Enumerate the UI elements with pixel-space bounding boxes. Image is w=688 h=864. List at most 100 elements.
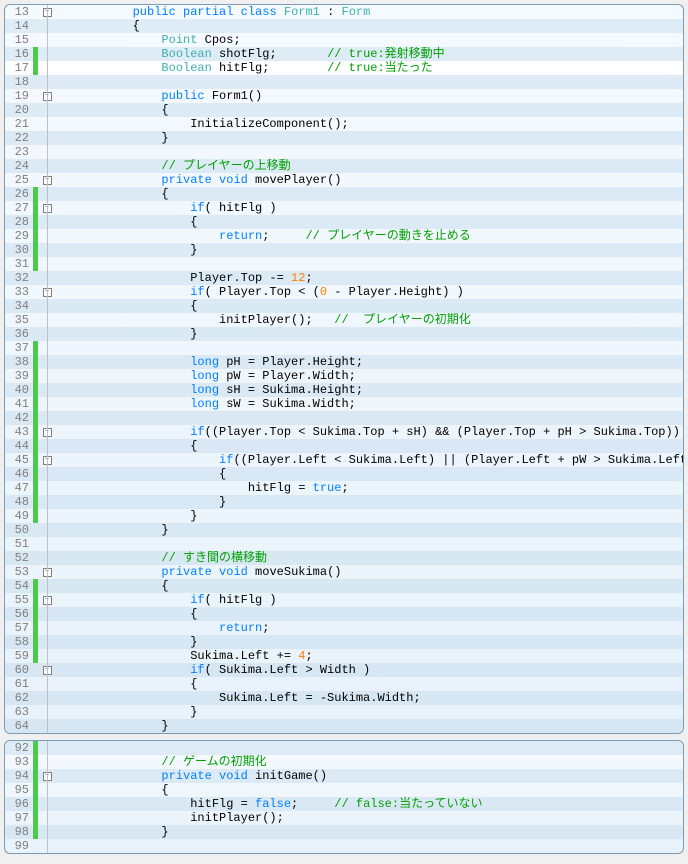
code-line[interactable]: 96 hitFlg = false; // false:当たっていない [5,797,683,811]
code-content[interactable]: long pW = Player.Width; [75,369,683,383]
code-content[interactable] [75,341,683,355]
code-content[interactable]: Boolean shotFlg; // true:発射移動中 [75,47,683,61]
code-line[interactable]: 93 // ゲームの初期化 [5,755,683,769]
code-line[interactable]: 24 // プレイヤーの上移動 [5,159,683,173]
code-content[interactable]: if( hitFlg ) [75,593,683,607]
code-line[interactable]: 41 long sW = Sukima.Width; [5,397,683,411]
code-content[interactable]: // ゲームの初期化 [75,755,683,769]
code-content[interactable]: if( Sukima.Left > Width ) [75,663,683,677]
code-content[interactable]: public Form1() [75,89,683,103]
code-line[interactable]: 22 } [5,131,683,145]
code-line[interactable]: 44 { [5,439,683,453]
code-line[interactable]: 95 { [5,783,683,797]
code-line[interactable]: 56 { [5,607,683,621]
code-content[interactable] [75,257,683,271]
code-line[interactable]: 94− private void initGame() [5,769,683,783]
code-line[interactable]: 20 { [5,103,683,117]
code-content[interactable]: if((Player.Top < Sukima.Top + sH) && (Pl… [75,425,683,439]
code-content[interactable]: if( hitFlg ) [75,201,683,215]
code-line[interactable]: 57 return; [5,621,683,635]
code-content[interactable]: long sW = Sukima.Width; [75,397,683,411]
code-line[interactable]: 33− if( Player.Top < (0 - Player.Height)… [5,285,683,299]
code-line[interactable]: 47 hitFlg = true; [5,481,683,495]
code-content[interactable] [75,145,683,159]
code-content[interactable]: { [75,467,683,481]
code-line[interactable]: 23 [5,145,683,159]
code-line[interactable]: 42 [5,411,683,425]
code-line[interactable]: 52 // すき間の横移動 [5,551,683,565]
code-content[interactable]: Player.Top -= 12; [75,271,683,285]
code-content[interactable]: Sukima.Left += 4; [75,649,683,663]
code-line[interactable]: 54 { [5,579,683,593]
code-content[interactable] [75,839,683,853]
code-content[interactable]: private void movePlayer() [75,173,683,187]
code-line[interactable]: 64 } [5,719,683,733]
code-line[interactable]: 15 Point Cpos; [5,33,683,47]
code-content[interactable]: hitFlg = false; // false:当たっていない [75,797,683,811]
code-content[interactable]: return; // プレイヤーの動きを止める [75,229,683,243]
code-content[interactable]: } [75,719,683,733]
code-line[interactable]: 60− if( Sukima.Left > Width ) [5,663,683,677]
code-content[interactable]: // すき間の横移動 [75,551,683,565]
code-content[interactable] [75,411,683,425]
code-content[interactable]: } [75,327,683,341]
code-content[interactable]: } [75,635,683,649]
code-line[interactable]: 32 Player.Top -= 12; [5,271,683,285]
code-content[interactable]: } [75,509,683,523]
code-content[interactable]: { [75,103,683,117]
code-line[interactable]: 46 { [5,467,683,481]
code-content[interactable]: private void moveSukima() [75,565,683,579]
code-content[interactable]: return; [75,621,683,635]
code-content[interactable]: initPlayer(); [75,811,683,825]
code-line[interactable]: 50 } [5,523,683,537]
code-content[interactable]: { [75,187,683,201]
code-content[interactable] [75,537,683,551]
code-line[interactable]: 97 initPlayer(); [5,811,683,825]
code-content[interactable]: { [75,215,683,229]
code-line[interactable]: 99 [5,839,683,853]
code-line[interactable]: 19− public Form1() [5,89,683,103]
code-content[interactable] [75,75,683,89]
code-content[interactable]: } [75,131,683,145]
code-line[interactable]: 59 Sukima.Left += 4; [5,649,683,663]
code-line[interactable]: 27− if( hitFlg ) [5,201,683,215]
code-line[interactable]: 98 } [5,825,683,839]
code-line[interactable]: 51 [5,537,683,551]
code-line[interactable]: 14 { [5,19,683,33]
code-line[interactable]: 36 } [5,327,683,341]
code-line[interactable]: 21 InitializeComponent(); [5,117,683,131]
code-line[interactable]: 35 initPlayer(); // プレイヤーの初期化 [5,313,683,327]
code-content[interactable]: initPlayer(); // プレイヤーの初期化 [75,313,683,327]
code-content[interactable] [75,741,683,755]
code-line[interactable]: 45− if((Player.Left < Sukima.Left) || (P… [5,453,683,467]
code-line[interactable]: 34 { [5,299,683,313]
code-line[interactable]: 55− if( hitFlg ) [5,593,683,607]
code-line[interactable]: 26 { [5,187,683,201]
code-line[interactable]: 48 } [5,495,683,509]
code-content[interactable]: { [75,783,683,797]
code-line[interactable]: 39 long pW = Player.Width; [5,369,683,383]
code-content[interactable]: { [75,607,683,621]
code-line[interactable]: 92 [5,741,683,755]
code-content[interactable]: { [75,677,683,691]
code-content[interactable]: Boolean hitFlg; // true:当たった [75,61,683,75]
code-content[interactable]: } [75,495,683,509]
code-content[interactable]: { [75,299,683,313]
code-line[interactable]: 38 long pH = Player.Height; [5,355,683,369]
code-line[interactable]: 37 [5,341,683,355]
code-line[interactable]: 13− public partial class Form1 : Form [5,5,683,19]
code-line[interactable]: 61 { [5,677,683,691]
code-line[interactable]: 28 { [5,215,683,229]
code-content[interactable]: { [75,579,683,593]
code-content[interactable]: hitFlg = true; [75,481,683,495]
code-content[interactable]: Point Cpos; [75,33,683,47]
code-content[interactable]: Sukima.Left = -Sukima.Width; [75,691,683,705]
code-line[interactable]: 30 } [5,243,683,257]
code-line[interactable]: 43− if((Player.Top < Sukima.Top + sH) &&… [5,425,683,439]
code-line[interactable]: 62 Sukima.Left = -Sukima.Width; [5,691,683,705]
code-line[interactable]: 58 } [5,635,683,649]
code-content[interactable]: if( Player.Top < (0 - Player.Height) ) [75,285,683,299]
code-content[interactable]: { [75,19,683,33]
code-content[interactable]: // プレイヤーの上移動 [75,159,683,173]
code-content[interactable]: } [75,705,683,719]
